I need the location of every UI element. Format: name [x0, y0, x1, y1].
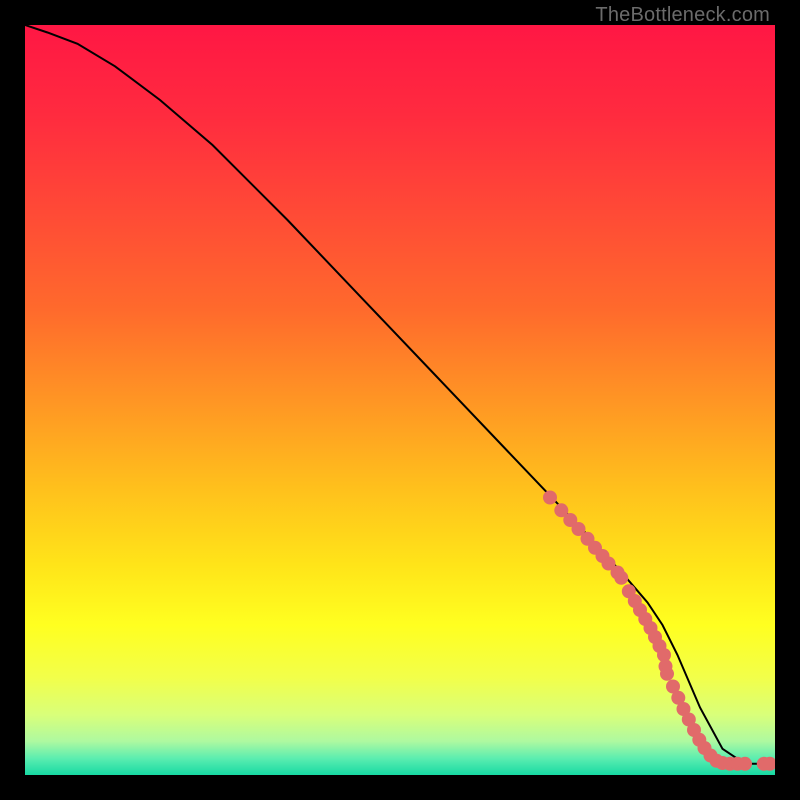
data-point — [543, 491, 557, 505]
data-point — [614, 571, 628, 585]
scatter-markers — [543, 491, 775, 771]
watermark-text: TheBottleneck.com — [595, 4, 770, 27]
plot-area — [25, 25, 775, 775]
data-point — [738, 757, 752, 771]
chart-svg — [25, 25, 775, 775]
chart-frame: TheBottleneck.com — [0, 0, 800, 800]
data-point — [660, 667, 674, 681]
